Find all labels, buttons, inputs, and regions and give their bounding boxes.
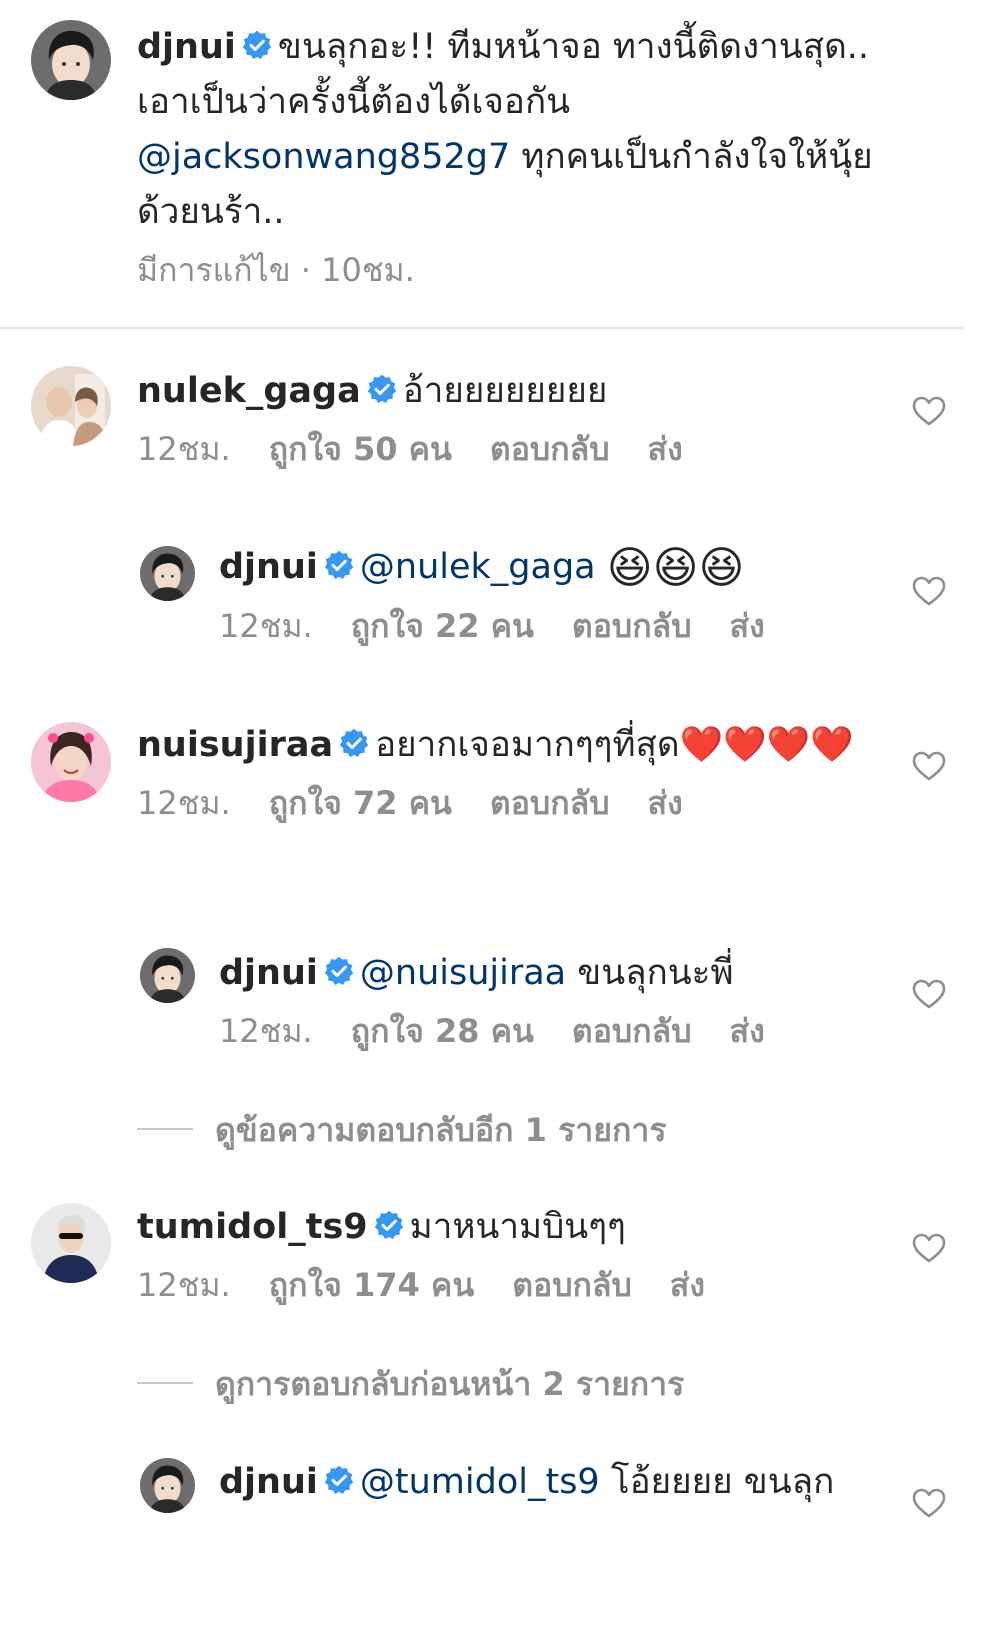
comment-tumidol-ts9: tumidol_ts9 มาหนามบินๆๆ 12ชม. ถูกใจ 174 คน…	[137, 1200, 917, 1307]
reply-button[interactable]: ตอบกลับ	[512, 1266, 632, 1304]
send-button[interactable]: ส่ง	[670, 1266, 705, 1304]
comment-likes[interactable]: ถูกใจ 72 คน	[269, 784, 452, 822]
avatar-tumidol-ts9[interactable]	[31, 1203, 111, 1283]
comment-username[interactable]: djnui	[219, 953, 318, 993]
comment-text: โอ้ยยยย ขนลุก	[599, 1462, 835, 1502]
comment-username[interactable]: tumidol_ts9	[137, 1207, 368, 1247]
comment-time: 12ชม.	[219, 606, 313, 645]
comment-mention[interactable]: @nulek_gaga	[360, 547, 596, 587]
avatar-djnui[interactable]	[140, 948, 195, 1003]
avatar-nulek-gaga[interactable]	[31, 366, 111, 446]
reply-djnui: djnui @nuisujiraa ขนลุกนะพี่ 12ชม. ถูกใจ 2…	[219, 946, 919, 1053]
avatar-djnui[interactable]	[140, 546, 195, 601]
comment-nuisujiraa: nuisujiraa อยากเจอมากๆๆที่สุด❤️❤️❤️❤️ 12ช…	[137, 718, 917, 825]
avatar-djnui[interactable]	[31, 20, 111, 100]
view-previous-replies-link[interactable]: ดูการตอบกลับก่อนหน้า 2 รายการ	[137, 1362, 684, 1406]
avatar-nuisujiraa[interactable]	[31, 722, 111, 802]
verified-badge-icon	[324, 550, 354, 580]
comment-likes[interactable]: ถูกใจ 22 คน	[351, 607, 534, 645]
comment-username[interactable]: nulek_gaga	[137, 371, 361, 411]
comment-text: อ้ายยยยยยยย	[402, 371, 608, 411]
send-button[interactable]: ส่ง	[730, 1012, 765, 1050]
caption-mention[interactable]: @jacksonwang852g7	[137, 137, 510, 177]
view-more-replies-label: ดูข้อความตอบกลับอีก 1 รายการ	[215, 1111, 667, 1149]
thread-line	[137, 1382, 193, 1384]
send-button[interactable]: ส่ง	[648, 784, 683, 822]
comment-time: 12ชม.	[219, 1012, 313, 1050]
send-button[interactable]: ส่ง	[730, 607, 765, 645]
view-more-replies-link[interactable]: ดูข้อความตอบกลับอีก 1 รายการ	[137, 1108, 667, 1152]
comment-likes[interactable]: ถูกใจ 28 คน	[351, 1012, 534, 1050]
comment-text: มาหนามบินๆๆ	[409, 1207, 626, 1247]
heart-outline-icon[interactable]	[912, 979, 946, 1009]
reply-button[interactable]: ตอบกลับ	[490, 430, 610, 468]
comment-username[interactable]: djnui	[219, 547, 318, 587]
reply-djnui: djnui @nulek_gaga 😆😆😆 12ชม. ถูกใจ 22 คน ตอบ…	[219, 540, 919, 648]
heart-outline-icon[interactable]	[912, 1488, 946, 1518]
reply-button[interactable]: ตอบกลับ	[572, 1012, 692, 1050]
comment-time: 12ชม.	[137, 784, 231, 822]
verified-badge-icon	[242, 30, 272, 60]
comment-mention[interactable]: @tumidol_ts9	[360, 1462, 600, 1502]
caption-username[interactable]: djnui	[137, 27, 236, 67]
view-previous-replies-label: ดูการตอบกลับก่อนหน้า 2 รายการ	[215, 1365, 685, 1403]
comment-username[interactable]: djnui	[219, 1462, 318, 1502]
verified-badge-icon	[324, 1465, 354, 1495]
comment-time: 12ชม.	[137, 1266, 231, 1304]
comment-mention[interactable]: @nuisujiraa	[360, 953, 566, 993]
caption: djnui ขนลุกอะ!! ทีมหน้าจอ ทางนี้ติดงานสุด…	[137, 20, 917, 292]
verified-badge-icon	[374, 1210, 404, 1240]
heart-outline-icon[interactable]	[912, 751, 946, 781]
comment-likes[interactable]: ถูกใจ 50 คน	[269, 430, 452, 468]
comment-nulek-gaga: nulek_gaga อ้ายยยยยยยย 12ชม. ถูกใจ 50 คน ตอ…	[137, 364, 917, 471]
caption-meta: มีการแก้ไข · 10ชม.	[137, 251, 415, 289]
divider	[0, 327, 963, 329]
comment-time: 12ชม.	[137, 430, 231, 468]
verified-badge-icon	[324, 956, 354, 986]
comment-text: อยากเจอมากๆๆที่สุด❤️❤️❤️❤️	[375, 725, 854, 765]
reply-button[interactable]: ตอบกลับ	[572, 607, 692, 645]
heart-outline-icon[interactable]	[912, 396, 946, 426]
heart-outline-icon[interactable]	[912, 1233, 946, 1263]
verified-badge-icon	[339, 728, 369, 758]
avatar-djnui[interactable]	[140, 1458, 195, 1513]
reply-button[interactable]: ตอบกลับ	[490, 784, 610, 822]
comment-username[interactable]: nuisujiraa	[137, 725, 333, 765]
comment-text: ขนลุกนะพี่	[566, 953, 734, 993]
send-button[interactable]: ส่ง	[648, 430, 683, 468]
reply-djnui: djnui @tumidol_ts9 โอ้ยยยย ขนลุก	[219, 1455, 919, 1510]
comment-likes[interactable]: ถูกใจ 174 คน	[269, 1266, 474, 1304]
heart-outline-icon[interactable]	[912, 576, 946, 606]
thread-line	[137, 1128, 193, 1130]
verified-badge-icon	[367, 374, 397, 404]
comment-text: 😆😆😆	[606, 542, 745, 594]
